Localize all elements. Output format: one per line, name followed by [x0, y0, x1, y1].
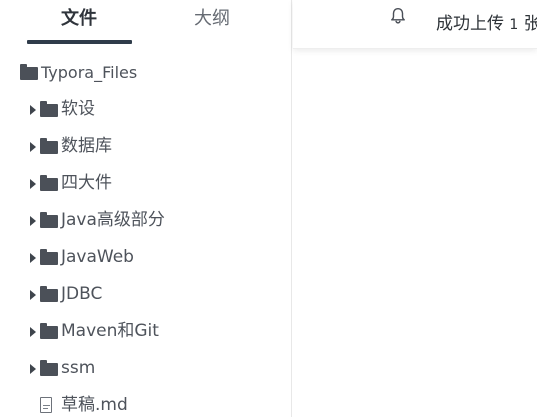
caret-right-icon[interactable] [30, 327, 36, 337]
folder-icon [20, 64, 38, 80]
tree-folder-java-advanced[interactable]: Java高级部分 [0, 202, 292, 239]
tree-root-label: Typora_Files [41, 63, 138, 82]
folder-icon [40, 249, 58, 265]
caret-right-icon[interactable] [30, 364, 36, 374]
folder-icon [40, 175, 58, 191]
tree-folder-label: 软设 [61, 99, 95, 119]
tree-root-folder[interactable]: Typora_Files [0, 55, 292, 91]
tree-folder-ssm[interactable]: ssm [0, 350, 292, 387]
file-sidebar: 文件 大纲 Typora_Files 软设 数据库 四大件 Java高级部分 J… [0, 0, 292, 417]
folder-icon [40, 138, 58, 154]
tab-files[interactable]: 文件 [27, 7, 131, 43]
tree-file-label: 草稿.md [61, 395, 128, 415]
notice-number: 1 [509, 17, 519, 33]
tree-folder-label: 四大件 [61, 173, 112, 193]
tree-folder-label: ssm [61, 358, 96, 378]
file-icon [40, 397, 52, 413]
notice-prefix: 成功上传 [436, 14, 504, 34]
folder-icon [40, 101, 58, 117]
folder-icon [40, 286, 58, 302]
tree-folder-maven-git[interactable]: Maven和Git [0, 313, 292, 350]
tree-folder-four-parts[interactable]: 四大件 [0, 165, 292, 202]
tree-file-draft[interactable]: 草稿.md [0, 387, 292, 417]
typora-window: 文件 大纲 Typora_Files 软设 数据库 四大件 Java高级部分 J… [0, 0, 537, 417]
caret-right-icon[interactable] [30, 179, 36, 189]
editor-area[interactable]: 成功上传 1 张 [293, 0, 537, 417]
caret-right-icon[interactable] [30, 216, 36, 226]
notification-bar: 成功上传 1 张 [293, 0, 537, 49]
tree-folder-ruanshe[interactable]: 软设 [0, 91, 292, 128]
file-tree: Typora_Files 软设 数据库 四大件 Java高级部分 JavaWeb… [0, 55, 292, 417]
active-tab-indicator [27, 40, 132, 44]
caret-right-icon[interactable] [30, 142, 36, 152]
upload-success-message: 成功上传 1 张 [436, 12, 537, 37]
caret-right-icon[interactable] [30, 290, 36, 300]
bell-icon[interactable] [388, 6, 408, 26]
tree-folder-label: Maven和Git [61, 321, 159, 341]
tree-folder-jdbc[interactable]: JDBC [0, 276, 292, 313]
sidebar-tabs: 文件 大纲 [0, 0, 292, 48]
folder-icon [40, 212, 58, 228]
notice-suffix: 张 [524, 14, 537, 34]
caret-right-icon[interactable] [30, 105, 36, 115]
tree-folder-label: JDBC [61, 284, 103, 304]
tree-folder-label: JavaWeb [61, 247, 134, 267]
tree-folder-label: Java高级部分 [61, 210, 165, 230]
tab-outline[interactable]: 大纲 [160, 7, 264, 43]
caret-right-icon[interactable] [30, 253, 36, 263]
tree-folder-javaweb[interactable]: JavaWeb [0, 239, 292, 276]
tree-folder-database[interactable]: 数据库 [0, 128, 292, 165]
folder-icon [40, 323, 58, 339]
tree-folder-label: 数据库 [61, 136, 112, 156]
folder-icon [40, 360, 58, 376]
